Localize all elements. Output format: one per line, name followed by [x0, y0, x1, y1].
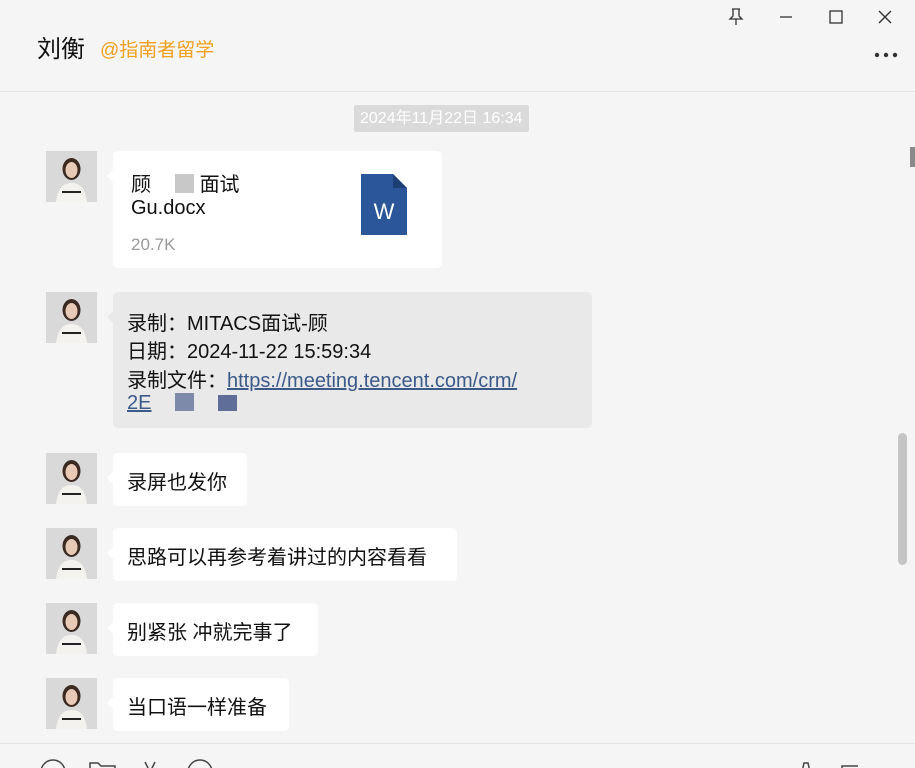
more-icon[interactable]	[872, 45, 900, 65]
file-name-tail: 面试	[199, 174, 240, 196]
word-icon: W	[361, 174, 407, 241]
chat-history-icon[interactable]	[186, 758, 216, 768]
text-message[interactable]: 思路可以再参考着讲过的内容看看	[107, 528, 457, 581]
avatar[interactable]	[46, 292, 97, 343]
scrollbar-thumb[interactable]	[898, 433, 907, 565]
message-text: 思路可以再参考着讲过的内容看看	[127, 547, 427, 569]
redacted-block	[174, 174, 194, 193]
close-icon[interactable]	[872, 4, 898, 30]
folder-icon[interactable]	[88, 758, 118, 768]
message-text: 录屏也发你	[127, 472, 227, 494]
message-text: 别紧张 冲就完事了	[127, 622, 293, 644]
pin-icon[interactable]	[723, 4, 749, 30]
emoji-icon[interactable]	[38, 758, 68, 768]
avatar[interactable]	[46, 603, 97, 654]
file-size: 20.7K	[131, 235, 176, 254]
redacted-block	[175, 393, 195, 411]
voice-call-icon[interactable]	[792, 758, 822, 768]
chat-header: 刘衡 @指南者留学	[0, 0, 915, 92]
chat-window: 刘衡 @指南者留学 2024年11月22日 16:34 顾 面试 Gu.docx…	[0, 0, 915, 768]
word-icon-letter: W	[374, 199, 395, 224]
recording-file-label: 录制文件：	[127, 370, 227, 392]
text-message[interactable]: 录屏也发你	[107, 453, 247, 506]
avatar[interactable]	[46, 678, 97, 729]
recording-message[interactable]: 录制：MITACS面试-顾 日期：2024-11-22 15:59:34 录制文…	[107, 292, 592, 428]
avatar[interactable]	[46, 528, 97, 579]
minimize-icon[interactable]	[773, 4, 799, 30]
message-timestamp: 2024年11月22日 16:34	[354, 105, 529, 132]
text-message[interactable]: 当口语一样准备	[107, 678, 289, 731]
scissors-icon[interactable]	[138, 758, 168, 768]
maximize-icon[interactable]	[823, 4, 849, 30]
avatar[interactable]	[46, 453, 97, 504]
text-message[interactable]: 别紧张 冲就完事了	[107, 603, 318, 656]
file-name-start: 顾	[131, 174, 151, 196]
background-window-edge	[910, 147, 915, 167]
redacted-block	[217, 395, 237, 411]
contact-name: 刘衡	[37, 36, 85, 63]
recording-title: 录制：MITACS面试-顾	[127, 313, 328, 335]
avatar[interactable]	[46, 151, 97, 202]
message-text: 当口语一样准备	[127, 697, 267, 719]
recording-link[interactable]: https://meeting.tencent.com/crm/	[227, 370, 517, 392]
file-name: Gu.docx	[131, 197, 206, 219]
input-toolbar	[0, 743, 915, 768]
file-message[interactable]: 顾 面试 Gu.docx 20.7K W	[107, 151, 442, 268]
video-call-icon[interactable]	[838, 758, 868, 768]
contact-org: @指南者留学	[100, 40, 215, 61]
recording-link-continued[interactable]: 2E	[127, 392, 151, 414]
recording-date: 日期：2024-11-22 15:59:34	[127, 341, 372, 363]
